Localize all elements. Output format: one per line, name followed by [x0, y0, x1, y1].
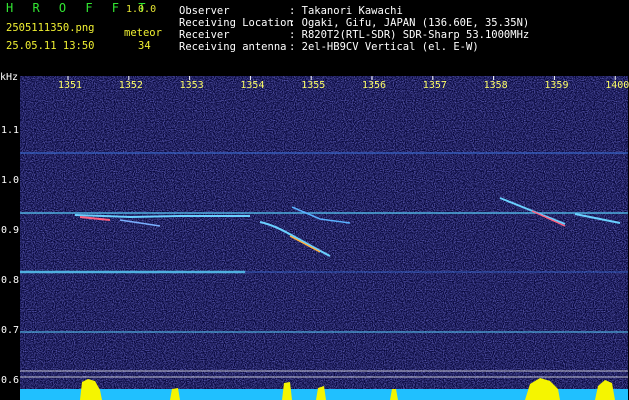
y-axis-unit: kHz — [0, 72, 19, 83]
y-tick-label: 1.0 — [1, 175, 20, 186]
observer-value: : Takanori Kawachi — [289, 5, 403, 17]
app-version: 1.0.0 — [126, 4, 157, 15]
meteor-label: meteor — [124, 27, 162, 39]
y-tick-label: 0.7 — [1, 325, 20, 336]
meteor-count: 34 — [138, 40, 151, 52]
hrofft-window: H R O F F T 1.0.0 2505111350.png meteor … — [0, 0, 629, 400]
x-tick-label: 1359 — [544, 80, 569, 91]
y-tick-label: 0.8 — [1, 275, 20, 286]
x-tick-label: 1356 — [362, 80, 387, 91]
x-tick-label: 1357 — [422, 80, 447, 91]
x-tick-label: 1358 — [483, 80, 508, 91]
location-label: Receiving Location — [179, 17, 293, 29]
timestamp: 25.05.11 13:50 — [6, 40, 95, 52]
receiver-label: Receiver — [179, 29, 230, 41]
location-value: : Ogaki, Gifu, JAPAN (136.60E, 35.35N) — [289, 17, 530, 29]
x-tick-label: 1355 — [301, 80, 326, 91]
y-tick-label: 0.6 — [1, 375, 20, 386]
y-tick-label: 0.9 — [1, 225, 20, 236]
x-tick-label: 1352 — [118, 80, 143, 91]
image-filename: 2505111350.png — [6, 22, 95, 34]
antenna-label: Receiving antenna — [179, 41, 287, 53]
y-tick-label: 1.1 — [1, 125, 20, 136]
x-tick-label: 1351 — [58, 80, 83, 91]
antenna-value: : 2el-HB9CV Vertical (el. E-W) — [289, 41, 479, 53]
noise-texture — [20, 76, 628, 400]
x-tick-label: 1353 — [179, 80, 204, 91]
spectrogram — [20, 76, 628, 400]
observer-label: Observer — [179, 5, 230, 17]
x-tick-label: 1354 — [240, 80, 265, 91]
x-tick-label: 1400 — [605, 80, 629, 91]
receiver-value: : R820T2(RTL-SDR) SDR-Sharp 53.1000MHz — [289, 29, 530, 41]
spectrogram-canvas — [20, 76, 628, 400]
